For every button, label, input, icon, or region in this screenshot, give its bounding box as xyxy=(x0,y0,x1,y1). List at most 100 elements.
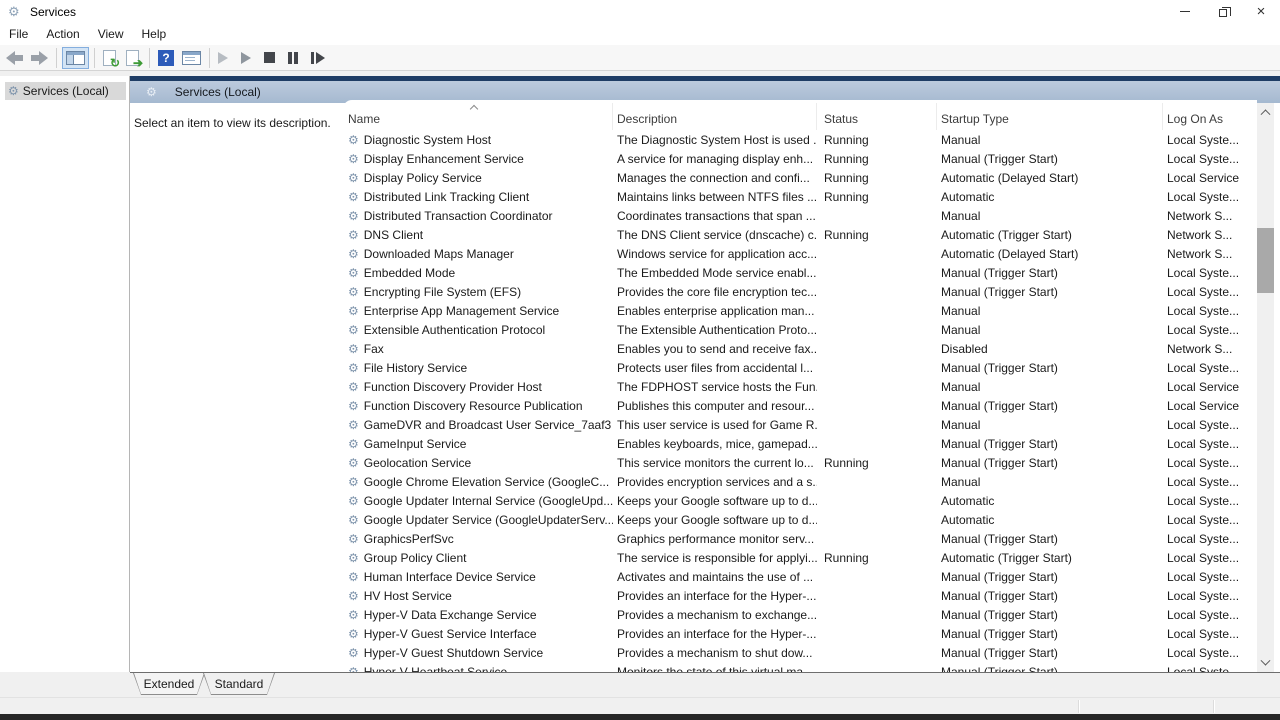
table-row[interactable]: Diagnostic System HostThe Diagnostic Sys… xyxy=(343,130,1257,149)
column-header-description[interactable]: Description xyxy=(613,103,817,130)
cell-name: GraphicsPerfSvc xyxy=(343,529,613,548)
cell-name: Distributed Transaction Coordinator xyxy=(343,206,613,225)
table-row[interactable]: Function Discovery Provider HostThe FDPH… xyxy=(343,377,1257,396)
vertical-scrollbar[interactable] xyxy=(1257,103,1274,672)
refresh-button[interactable]: ↻ xyxy=(100,47,121,69)
minimize-button[interactable] xyxy=(1166,0,1204,23)
cell-description: The DNS Client service (dnscache) c... xyxy=(613,225,817,244)
show-console-tree-button[interactable] xyxy=(62,47,89,69)
cell-log_on_as: Local Syste... xyxy=(1163,187,1257,206)
table-row[interactable]: Hyper-V Heartbeat ServiceMonitors the st… xyxy=(343,662,1257,672)
menu-view[interactable]: View xyxy=(89,24,133,44)
restore-button[interactable] xyxy=(1204,0,1242,23)
stop-service-button[interactable] xyxy=(261,47,278,69)
back-button[interactable] xyxy=(3,47,26,69)
minimize-icon xyxy=(1180,11,1190,12)
table-row[interactable]: GraphicsPerfSvcGraphics performance moni… xyxy=(343,529,1257,548)
cell-status xyxy=(817,434,937,453)
cell-description: The Embedded Mode service enabl... xyxy=(613,263,817,282)
scrollbar-thumb[interactable] xyxy=(1257,228,1274,293)
cell-description: Enables you to send and receive fax... xyxy=(613,339,817,358)
table-row[interactable]: GameDVR and Broadcast User Service_7aaf3… xyxy=(343,415,1257,434)
table-row[interactable]: GameInput ServiceEnables keyboards, mice… xyxy=(343,434,1257,453)
table-row[interactable]: Hyper-V Data Exchange ServiceProvides a … xyxy=(343,605,1257,624)
services-list-view: Name Description Status Startup Type Log… xyxy=(343,100,1257,672)
pause-service-button[interactable] xyxy=(285,47,301,69)
cell-log_on_as: Local Syste... xyxy=(1163,529,1257,548)
table-row[interactable]: Google Chrome Elevation Service (GoogleC… xyxy=(343,472,1257,491)
table-row[interactable]: HV Host ServiceProvides an interface for… xyxy=(343,586,1257,605)
window-bottom-edge xyxy=(0,714,1280,720)
show-action-pane-button[interactable] xyxy=(179,47,204,69)
table-row[interactable]: DNS ClientThe DNS Client service (dnscac… xyxy=(343,225,1257,244)
resume-service-button[interactable] xyxy=(238,47,254,69)
table-row[interactable]: FaxEnables you to send and receive fax..… xyxy=(343,339,1257,358)
table-row[interactable]: Display Policy ServiceManages the connec… xyxy=(343,168,1257,187)
tab-extended[interactable]: Extended xyxy=(133,673,205,695)
table-row[interactable]: Hyper-V Guest Service InterfaceProvides … xyxy=(343,624,1257,643)
scroll-down-button[interactable] xyxy=(1257,655,1274,672)
cell-name: Encrypting File System (EFS) xyxy=(343,282,613,301)
forward-button[interactable] xyxy=(28,47,51,69)
tab-standard[interactable]: Standard xyxy=(203,673,275,695)
cell-name: Hyper-V Guest Service Interface xyxy=(343,624,613,643)
table-row[interactable]: Extensible Authentication ProtocolThe Ex… xyxy=(343,320,1257,339)
service-gear-icon xyxy=(348,418,359,432)
cell-description: Enables enterprise application man... xyxy=(613,301,817,320)
table-row[interactable]: Function Discovery Resource PublicationP… xyxy=(343,396,1257,415)
table-row[interactable]: Hyper-V Guest Shutdown ServiceProvides a… xyxy=(343,643,1257,662)
menu-help[interactable]: Help xyxy=(133,24,176,44)
column-header-startup-type[interactable]: Startup Type xyxy=(937,103,1163,130)
cell-log_on_as: Network S... xyxy=(1163,225,1257,244)
table-row[interactable]: Distributed Transaction CoordinatorCoord… xyxy=(343,206,1257,225)
cell-log_on_as: Local Syste... xyxy=(1163,662,1257,672)
scroll-up-button[interactable] xyxy=(1257,103,1274,120)
column-header-name[interactable]: Name xyxy=(343,103,613,130)
cell-log_on_as: Local Service xyxy=(1163,396,1257,415)
menu-action[interactable]: Action xyxy=(37,24,88,44)
table-row[interactable]: Display Enhancement ServiceA service for… xyxy=(343,149,1257,168)
cell-description: Graphics performance monitor serv... xyxy=(613,529,817,548)
cell-description: This service monitors the current lo... xyxy=(613,453,817,472)
table-row[interactable]: Google Updater Service (GoogleUpdaterSer… xyxy=(343,510,1257,529)
service-gear-icon xyxy=(348,190,359,204)
export-list-button[interactable]: ➔ xyxy=(123,47,144,69)
close-button[interactable]: × xyxy=(1242,0,1280,23)
column-header-status[interactable]: Status xyxy=(817,103,937,130)
cell-name: Fax xyxy=(343,339,613,358)
table-row[interactable]: Human Interface Device ServiceActivates … xyxy=(343,567,1257,586)
table-row[interactable]: Enterprise App Management ServiceEnables… xyxy=(343,301,1257,320)
stop-service-icon xyxy=(264,52,275,63)
table-row[interactable]: Google Updater Internal Service (GoogleU… xyxy=(343,491,1257,510)
cell-status xyxy=(817,510,937,529)
cell-description: This user service is used for Game R... xyxy=(613,415,817,434)
cell-status xyxy=(817,586,937,605)
sidebar-item-services-local[interactable]: Services (Local) xyxy=(5,82,126,100)
table-row[interactable]: Encrypting File System (EFS)Provides the… xyxy=(343,282,1257,301)
table-row[interactable]: Group Policy ClientThe service is respon… xyxy=(343,548,1257,567)
cell-name: File History Service xyxy=(343,358,613,377)
table-row[interactable]: File History ServiceProtects user files … xyxy=(343,358,1257,377)
table-row[interactable]: Distributed Link Tracking ClientMaintain… xyxy=(343,187,1257,206)
resume-service-icon xyxy=(241,52,251,64)
cell-status xyxy=(817,396,937,415)
table-row[interactable]: Embedded ModeThe Embedded Mode service e… xyxy=(343,263,1257,282)
service-gear-icon xyxy=(348,133,359,147)
column-header-log-on-as[interactable]: Log On As xyxy=(1163,103,1257,130)
table-row[interactable]: Downloaded Maps ManagerWindows service f… xyxy=(343,244,1257,263)
menu-file[interactable]: File xyxy=(0,24,37,44)
table-row[interactable]: Geolocation ServiceThis service monitors… xyxy=(343,453,1257,472)
cell-description: Windows service for application acc... xyxy=(613,244,817,263)
window-title: Services xyxy=(30,5,76,19)
cell-status xyxy=(817,320,937,339)
cell-startup_type: Disabled xyxy=(937,339,1163,358)
cell-log_on_as: Local Syste... xyxy=(1163,567,1257,586)
cell-description: Provides the core file encryption tec... xyxy=(613,282,817,301)
help-button[interactable]: ? xyxy=(155,47,177,69)
cell-name: DNS Client xyxy=(343,225,613,244)
cell-name: Function Discovery Resource Publication xyxy=(343,396,613,415)
start-service-button[interactable] xyxy=(215,47,231,69)
cell-status xyxy=(817,377,937,396)
cell-startup_type: Manual (Trigger Start) xyxy=(937,263,1163,282)
restart-service-button[interactable] xyxy=(308,47,328,69)
